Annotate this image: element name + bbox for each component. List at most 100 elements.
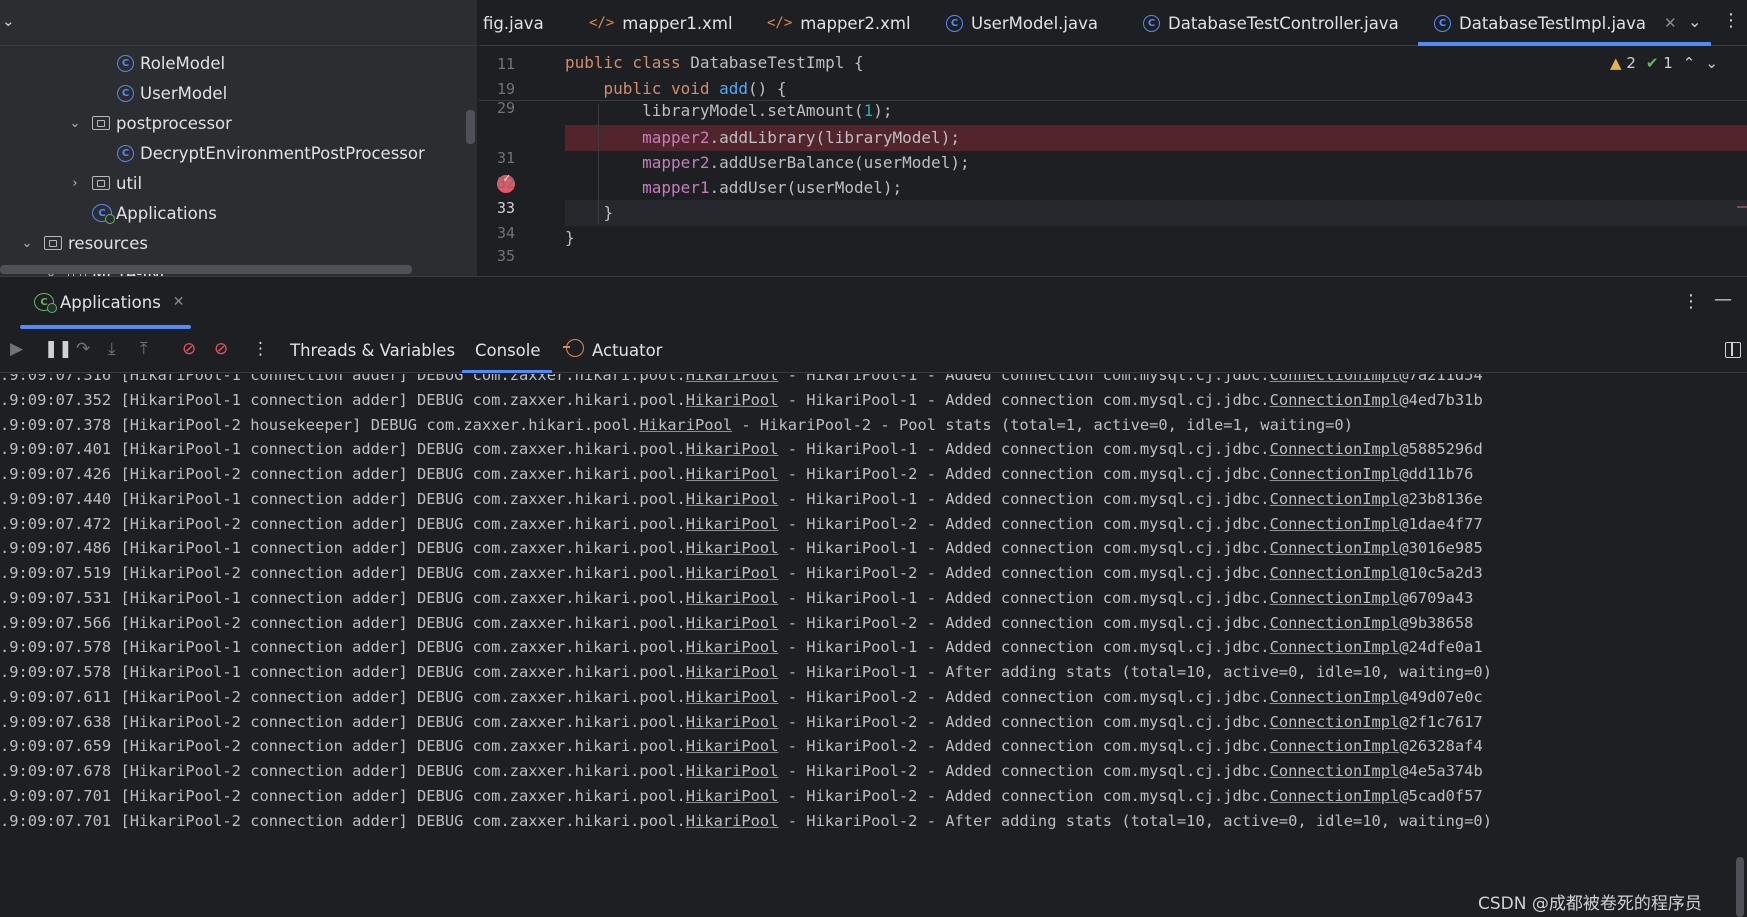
pause-icon[interactable]: ❚❚ (44, 339, 73, 359)
debug-tab-bar: C Applications ✕ ⋮ — (0, 277, 1747, 329)
step-into-icon[interactable]: ⤓ (108, 339, 116, 359)
tab-config-java[interactable]: fig.java (483, 0, 544, 46)
step-over-icon[interactable]: ↷ (76, 339, 90, 359)
close-icon[interactable]: ✕ (173, 294, 185, 310)
tree-item-util[interactable]: › util (68, 168, 142, 198)
log-class-link[interactable]: HikariPool (686, 490, 779, 508)
code-line-31[interactable]: mapper2.addUserBalance(userModel); (565, 150, 1747, 176)
tab-actuator[interactable]: Actuator (592, 341, 662, 360)
log-message: Added connection com.mysql.cj.jdbc. (945, 564, 1270, 582)
line-number-gutter[interactable]: 11 19 29 31 32 33 34 35 (479, 47, 565, 276)
log-class-link[interactable]: HikariPool (686, 638, 779, 656)
code-line-33[interactable]: } (565, 200, 1747, 226)
log-class-link[interactable]: HikariPool (686, 688, 779, 706)
tab-label: mapper2.xml (800, 13, 911, 33)
vertical-scrollbar[interactable] (1736, 857, 1744, 917)
vertical-scrollbar[interactable] (466, 110, 475, 144)
resume-icon[interactable]: ▶ (10, 339, 23, 359)
log-class-link[interactable]: ConnectionImpl (1270, 374, 1400, 384)
code-line-34[interactable]: } (565, 225, 1747, 251)
log-class-link[interactable]: ConnectionImpl (1270, 737, 1400, 755)
minimize-icon[interactable]: — (1714, 289, 1732, 310)
log-class-link[interactable]: ConnectionImpl (1270, 564, 1400, 582)
log-class-link[interactable]: HikariPool (686, 465, 779, 483)
chevron-down-icon[interactable]: ⌄ (68, 116, 82, 131)
tab-databasetestcontroller-java[interactable]: C DatabaseTestController.java (1143, 0, 1399, 46)
log-pool: HikariPool-2 (806, 712, 918, 731)
code-line-29[interactable]: libraryModel.setAmount(1); (565, 98, 1747, 124)
more-vertical-icon[interactable]: ⋮ (252, 339, 269, 359)
log-pool: HikariPool-2 (806, 687, 918, 706)
log-class-link[interactable]: ConnectionImpl (1270, 787, 1400, 805)
log-class-link[interactable]: ConnectionImpl (1270, 688, 1400, 706)
log-class-link[interactable]: ConnectionImpl (1270, 638, 1400, 656)
chevron-down-icon[interactable]: ⌄ (20, 236, 34, 251)
log-class-link[interactable]: HikariPool (686, 737, 779, 755)
tab-console[interactable]: Console (475, 341, 541, 360)
tab-databasetestimpl-java[interactable]: C DatabaseTestImpl.java ✕ (1418, 0, 1711, 46)
tab-applications[interactable]: C Applications ✕ (34, 287, 185, 317)
line-number: 33 (497, 199, 516, 217)
log-class-link[interactable]: HikariPool (686, 515, 779, 533)
log-class-link[interactable]: ConnectionImpl (1270, 614, 1400, 632)
log-class-link[interactable]: ConnectionImpl (1270, 465, 1400, 483)
close-icon[interactable]: ✕ (1664, 14, 1677, 32)
inspection-widget[interactable]: ▲ 2 ✔ 1 ⌃ ⌄ (1610, 54, 1718, 72)
console-line: .9:09:07.701 [HikariPool-2 connection ad… (0, 786, 1483, 805)
log-class-link[interactable]: ConnectionImpl (1270, 713, 1400, 731)
log-class-link[interactable]: ConnectionImpl (1270, 515, 1400, 533)
tab-usermodel-java[interactable]: C UserModel.java (946, 0, 1098, 46)
more-vertical-icon[interactable]: ⋮ (1682, 291, 1700, 312)
chevron-right-icon[interactable]: › (68, 176, 82, 191)
horizontal-scrollbar[interactable] (0, 265, 412, 274)
tab-threads-variables[interactable]: Threads & Variables (290, 341, 455, 360)
log-class-link[interactable]: HikariPool (639, 416, 732, 434)
tree-item-rolemodel[interactable]: C RoleModel (117, 48, 225, 78)
log-class-link[interactable]: HikariPool (686, 440, 779, 458)
warning-count[interactable]: ▲ 2 (1610, 54, 1636, 72)
chevron-down-icon[interactable]: ⌄ (2, 12, 15, 30)
view-breakpoints-icon[interactable]: ⊘ (182, 339, 196, 359)
step-out-icon[interactable]: ⤒ (140, 339, 148, 359)
tab-mapper1-xml[interactable]: </> mapper1.xml (589, 0, 733, 46)
log-timestamp: .9:09:07.378 (0, 415, 112, 434)
log-class-link[interactable]: HikariPool (686, 614, 779, 632)
tree-item-decryptenvironmentpostprocessor[interactable]: C DecryptEnvironmentPostProcessor (117, 138, 425, 168)
tree-item-usermodel[interactable]: C UserModel (117, 78, 227, 108)
class-icon: C (117, 54, 134, 72)
log-class-link[interactable]: ConnectionImpl (1270, 762, 1400, 780)
code-line-30-breakpoint[interactable]: mapper2.addLibrary(libraryModel); (565, 125, 1747, 151)
log-class-link[interactable]: ConnectionImpl (1270, 589, 1400, 607)
chevron-down-icon[interactable]: ⌄ (1688, 12, 1701, 31)
tree-item-postprocessor[interactable]: ⌄ postprocessor (68, 108, 232, 138)
log-class-link[interactable]: HikariPool (686, 589, 779, 607)
mute-breakpoints-icon[interactable]: ⊘ (214, 339, 228, 359)
log-class-link[interactable]: HikariPool (686, 564, 779, 582)
tree-item-label: DecryptEnvironmentPostProcessor (140, 143, 425, 163)
log-class-link[interactable]: ConnectionImpl (1270, 539, 1400, 557)
more-vertical-icon[interactable]: ⋮ (1722, 10, 1740, 31)
log-message: Added connection com.mysql.cj.jdbc. (945, 613, 1270, 632)
tab-mapper2-xml[interactable]: </> mapper2.xml (767, 0, 911, 46)
console-output[interactable]: .9:09:07.316 [HikariPool-1 connection ad… (0, 374, 1736, 914)
log-class-link[interactable]: HikariPool (686, 391, 779, 409)
chevron-down-icon[interactable]: ⌄ (1705, 54, 1718, 72)
tree-item-resources[interactable]: ⌄ resources (20, 228, 148, 258)
chevron-up-icon[interactable]: ⌃ (1683, 54, 1696, 72)
log-class-link[interactable]: HikariPool (686, 812, 779, 830)
log-class-link[interactable]: HikariPool (686, 762, 779, 780)
ok-count[interactable]: ✔ 1 (1646, 54, 1673, 72)
log-class-link[interactable]: HikariPool (686, 374, 779, 384)
log-class-link[interactable]: HikariPool (686, 663, 779, 681)
log-class-link[interactable]: ConnectionImpl (1270, 490, 1400, 508)
layout-icon[interactable] (1725, 342, 1741, 358)
log-object-id: @24dfe0a1 (1399, 638, 1483, 657)
log-class-link[interactable]: ConnectionImpl (1270, 391, 1400, 409)
active-tab-indicator (462, 370, 552, 373)
log-class-link[interactable]: HikariPool (686, 787, 779, 805)
log-class-link[interactable]: HikariPool (686, 539, 779, 557)
tree-item-applications[interactable]: C Applications (92, 198, 217, 228)
code-line-32[interactable]: mapper1.addUser(userModel); (565, 175, 1747, 201)
log-class-link[interactable]: HikariPool (686, 713, 779, 731)
log-class-link[interactable]: ConnectionImpl (1270, 440, 1400, 458)
